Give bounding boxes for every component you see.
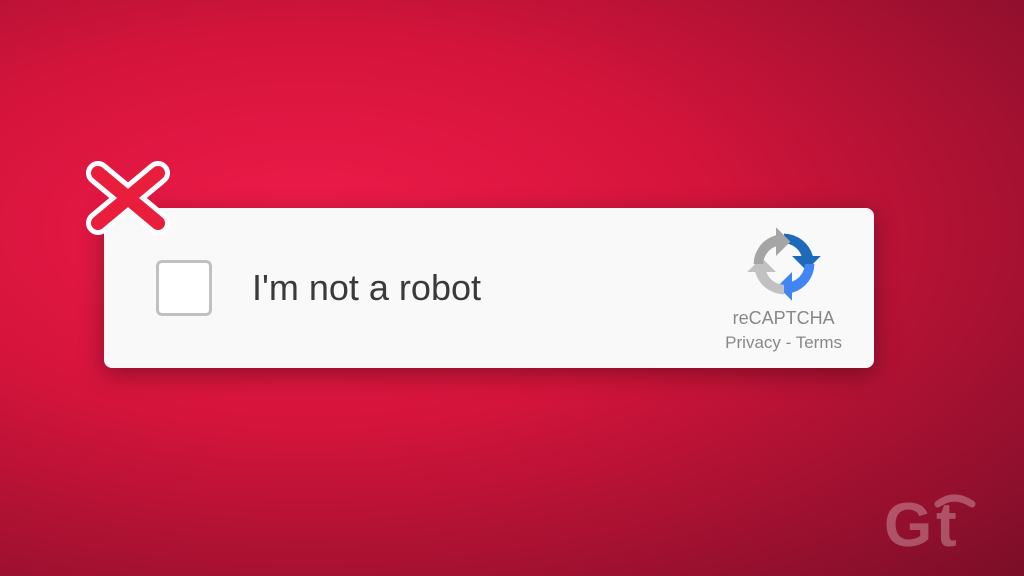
recaptcha-checkbox[interactable] (156, 260, 212, 316)
privacy-link[interactable]: Privacy (725, 333, 781, 352)
recaptcha-widget: I'm not a robot reCAPTCHA Privacy - Term… (104, 208, 874, 368)
recaptcha-logo-icon (744, 224, 824, 304)
terms-link[interactable]: Terms (796, 333, 842, 352)
recaptcha-brand-text: reCAPTCHA (733, 308, 835, 329)
svg-text:G: G (884, 491, 932, 560)
recaptcha-label: I'm not a robot (252, 267, 725, 309)
link-separator: - (781, 333, 796, 352)
cross-icon (78, 148, 178, 248)
recaptcha-links: Privacy - Terms (725, 333, 842, 353)
recaptcha-branding: reCAPTCHA Privacy - Terms (725, 224, 842, 353)
watermark-logo-icon: G t (884, 484, 1004, 564)
